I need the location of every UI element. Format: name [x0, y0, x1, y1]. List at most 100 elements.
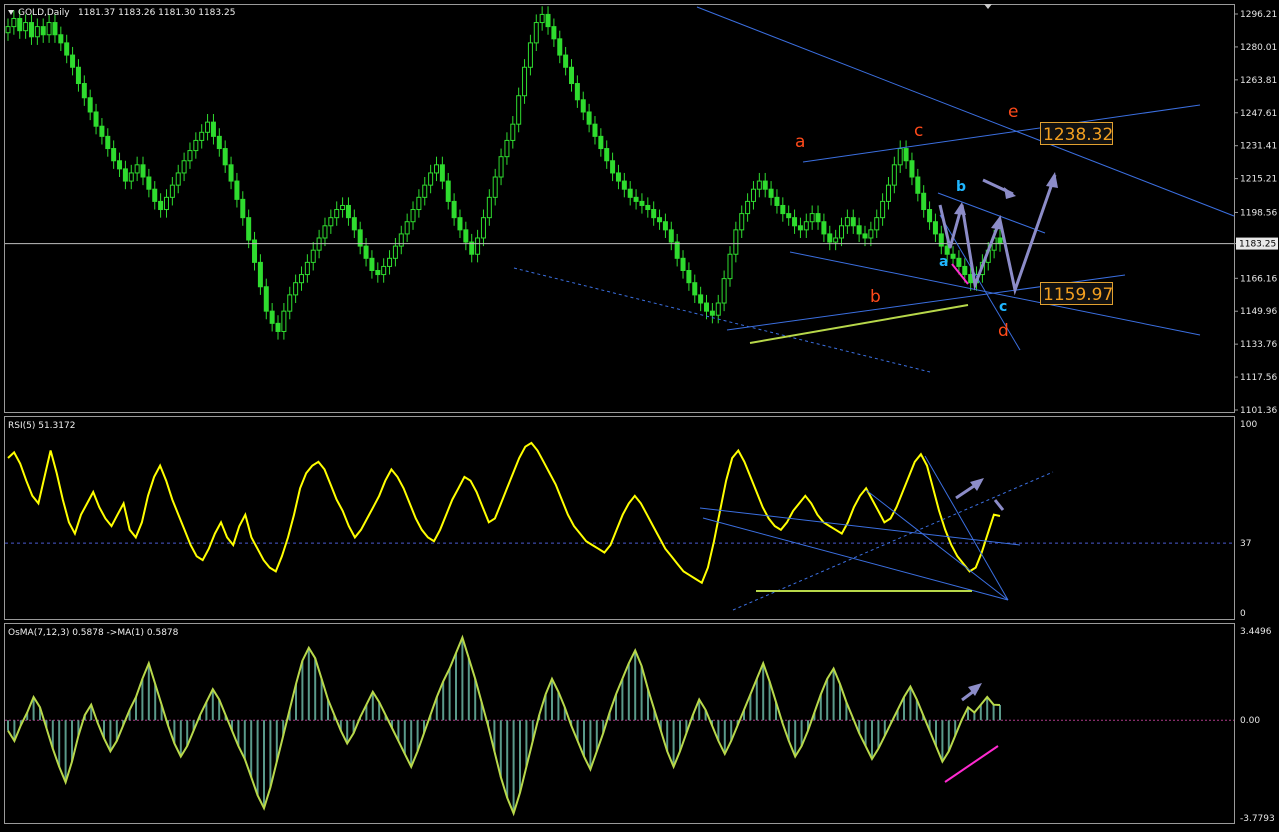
candle-body [187, 150, 193, 162]
wave-label-c: c [914, 121, 923, 141]
rsi-trendlines[interactable] [699, 455, 1054, 611]
candle-body [410, 209, 416, 223]
candle-body [874, 217, 880, 231]
candle-body [545, 13, 551, 28]
candle-body [316, 237, 322, 251]
candle-body [792, 217, 798, 227]
arrowheads-icon [954, 172, 1058, 230]
candle-body [627, 188, 633, 198]
candle-body [880, 200, 886, 219]
candle-body [163, 196, 169, 211]
candle-body [897, 148, 903, 166]
price-axis-label: 1198.56 [1240, 208, 1277, 218]
candle-body [210, 121, 216, 137]
rsi-pane-title: RSI(5) 51.3172 [8, 421, 75, 431]
price-box-upper-text: 1238.32 [1043, 125, 1113, 145]
price-axis-label: 1117.56 [1240, 373, 1277, 383]
candle-body [504, 139, 510, 158]
price-pane[interactable] [4, 4, 1235, 413]
candle-body [856, 225, 862, 235]
candle-body [668, 229, 674, 243]
price-box-lower-text: 1159.97 [1043, 285, 1113, 305]
candle-body [592, 123, 598, 137]
rsi-pane[interactable] [4, 416, 1235, 620]
candle-body [134, 164, 140, 174]
candle-body [234, 180, 240, 200]
candle-body [128, 172, 134, 182]
candle-body [181, 160, 187, 174]
candle-body [698, 294, 704, 304]
candle-body [750, 188, 756, 202]
candle-body [921, 192, 927, 211]
candle-body [205, 121, 211, 133]
candle-body [692, 282, 698, 296]
candle-body [615, 172, 621, 182]
candle-body [375, 270, 381, 276]
channel-top-line [802, 104, 1201, 163]
candle-body [927, 209, 933, 223]
candle-body [369, 257, 375, 272]
candle-body [756, 180, 762, 190]
candle-body [293, 282, 299, 296]
candle-body [498, 156, 504, 178]
candle-body [392, 245, 398, 259]
price-lime-line [749, 304, 969, 344]
candle-body [956, 257, 962, 267]
rsi-axis-label: 37 [1240, 539, 1251, 549]
candle-body [328, 217, 334, 227]
chart-scroll-marker-icon[interactable] [984, 4, 992, 9]
candle-body [463, 229, 469, 243]
candle-body [633, 196, 639, 202]
candle-body [645, 204, 651, 211]
price-axis-label: 1231.41 [1240, 142, 1277, 152]
candle-body [340, 204, 346, 211]
candle-body [762, 180, 768, 190]
candle-body [445, 180, 451, 202]
candle-body [257, 261, 263, 288]
candle-body [885, 184, 891, 202]
candle-body [310, 249, 316, 263]
candle-body [891, 164, 897, 186]
candle-body [533, 22, 539, 44]
candle-body [997, 237, 1003, 245]
candle-body [803, 221, 809, 231]
osma-axis-label: 0.00 [1240, 716, 1260, 726]
candle-body [64, 42, 70, 56]
price-pane-title: GOLD,Daily [18, 8, 70, 18]
candle-body [175, 172, 181, 186]
candle-body [903, 148, 909, 162]
chart-menu-icon[interactable] [8, 10, 14, 15]
candle-body [58, 34, 64, 44]
trading-chart[interactable]: a b c d e a b c 1238.32 1159.97 1296.211… [0, 0, 1279, 828]
candle-body [422, 184, 428, 198]
candle-body [169, 184, 175, 198]
osma-pane[interactable] [4, 623, 1235, 824]
candle-body [727, 253, 733, 280]
candle-body [111, 148, 117, 162]
candle-body [298, 274, 304, 284]
candle-body [527, 42, 533, 68]
candle-body [193, 139, 199, 152]
candle-body [140, 164, 146, 178]
candle-body [281, 310, 287, 332]
candle-body [862, 233, 868, 239]
candle-body [551, 26, 557, 40]
candle-body [87, 97, 93, 113]
price-axis-label: 1247.61 [1240, 109, 1277, 119]
price-axis: 1296.21 1280.01 1263.81 1247.61 1231.41 1215.… [1234, 10, 1277, 416]
candle-body [639, 200, 645, 206]
candle-body [322, 225, 328, 239]
wave-label-a: a [795, 132, 805, 152]
price-axis-label: 1215.21 [1240, 175, 1277, 185]
candle-body [492, 176, 498, 198]
candle-body [46, 22, 52, 36]
candle-body [381, 265, 387, 276]
candlestick-series [5, 6, 1003, 340]
price-axis-label: 1280.01 [1240, 43, 1277, 53]
candle-body [158, 200, 164, 211]
current-price-tag-text: 1183.25 [1239, 240, 1276, 250]
osma-pane-title: OsMA(7,12,3) 0.5878 ->MA(1) 0.5878 [8, 628, 179, 638]
candle-body [228, 164, 234, 182]
price-axis-label: 1166.16 [1240, 274, 1277, 284]
candle-body [739, 213, 745, 231]
